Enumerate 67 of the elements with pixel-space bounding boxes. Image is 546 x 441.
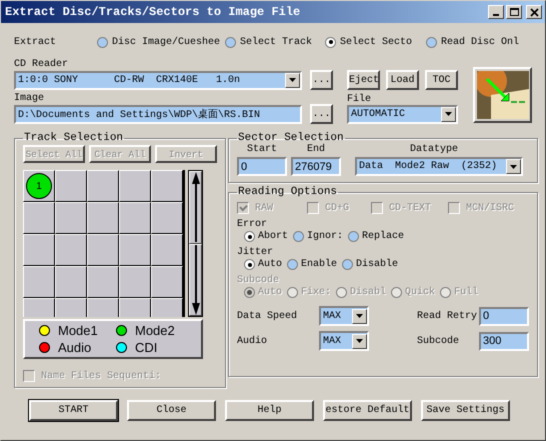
scroll-up-button[interactable] xyxy=(189,171,202,244)
group-title: Reading Options xyxy=(237,186,338,198)
option-radio[interactable]: Ignor: xyxy=(293,231,344,242)
data-speed-dropdown[interactable]: MAX xyxy=(319,306,369,326)
group-title: Track Selection xyxy=(23,132,124,144)
extract-radio[interactable]: Disc Image/Cueshee xyxy=(97,36,225,48)
file-type-dropdown[interactable]: AUTOMATIC xyxy=(347,104,458,124)
legend-label: Mode1 xyxy=(58,323,98,338)
legend-label: Mode2 xyxy=(135,323,175,338)
dropdown-arrow-icon xyxy=(356,314,363,318)
scroll-bar[interactable] xyxy=(188,170,203,317)
dropdown-arrow-icon xyxy=(510,164,517,168)
datatype-dropdown[interactable]: Data Mode2 Raw (2352) xyxy=(355,157,523,176)
extract-radio[interactable]: Select Secto xyxy=(325,36,426,48)
dropdown-arrow-icon xyxy=(356,339,363,343)
cd-reader-label: CD Reader xyxy=(14,59,70,70)
maximize-button[interactable] xyxy=(506,5,522,19)
maximize-icon xyxy=(510,8,518,16)
data-speed-label: Data Speed xyxy=(237,310,298,322)
drive-button[interactable]: Load xyxy=(386,70,419,90)
dialog-button[interactable]: Close xyxy=(127,400,216,421)
extract-label: Extract xyxy=(14,36,58,48)
start-label: Start xyxy=(246,144,277,155)
subcode-label: Subcode xyxy=(416,336,460,346)
dialog-button[interactable]: Save Settings xyxy=(421,400,510,421)
subcode-field[interactable]: 300 xyxy=(479,332,529,350)
option-radio[interactable]: Enable xyxy=(287,259,338,270)
dialog-button[interactable]: Help xyxy=(225,400,314,421)
minimize-button[interactable] xyxy=(488,5,504,19)
dialog-button[interactable]: START xyxy=(29,400,118,421)
cd-reader-dropdown[interactable]: 1:0:0 SONY CD-RW CRX140E 1.0n xyxy=(14,70,302,90)
dropdown-arrow-icon xyxy=(289,78,296,82)
close-icon xyxy=(530,8,538,16)
audio-speed-label: Audio xyxy=(237,336,268,346)
browse-button[interactable]: ... xyxy=(310,70,333,90)
option-group-label: Jitter xyxy=(237,247,274,258)
datatype-label: Datatype xyxy=(410,144,458,155)
read-retry-label: Read Retry xyxy=(416,310,478,322)
group-title: Sector Selection xyxy=(237,132,345,144)
option-group-label: Subcode xyxy=(237,275,280,286)
extract-image-button[interactable] xyxy=(473,67,532,123)
dropdown-arrow-icon xyxy=(445,112,452,116)
end-label: End xyxy=(306,144,325,155)
option-group-label: Error xyxy=(237,219,268,230)
extract-radio[interactable]: Read Disc Onl xyxy=(426,36,520,48)
image-label: Image xyxy=(14,93,46,104)
drive-button[interactable]: TOC xyxy=(425,70,458,90)
legend-label: Audio xyxy=(58,340,92,355)
minimize-icon xyxy=(493,14,499,16)
dialog-button[interactable]: estore Default xyxy=(323,400,412,421)
option-radio[interactable]: Abort xyxy=(244,231,288,242)
scroll-down-button[interactable] xyxy=(189,244,202,316)
option-radio[interactable]: Auto xyxy=(244,259,282,270)
audio-speed-dropdown[interactable]: MAX xyxy=(319,331,369,351)
window-title: Extract Disc/Tracks/Sectors to Image File xyxy=(5,5,300,19)
image-path-field[interactable]: D:\Documents and Settings\WDP\桌面\RS.BIN xyxy=(14,104,302,124)
option-radio[interactable]: Disable xyxy=(342,259,398,270)
read-retry-field[interactable]: 0 xyxy=(479,306,529,326)
browse-button[interactable]: ... xyxy=(310,104,333,124)
extract-radio[interactable]: Select Track xyxy=(225,36,325,48)
end-field[interactable]: 276079 xyxy=(291,157,341,176)
drive-button[interactable]: Eject xyxy=(347,70,380,90)
option-radio[interactable]: Replace xyxy=(348,231,404,242)
close-button[interactable] xyxy=(526,5,542,19)
legend-label: CDI xyxy=(135,340,158,355)
file-label: File xyxy=(347,94,372,104)
start-field[interactable]: 0 xyxy=(237,157,287,176)
